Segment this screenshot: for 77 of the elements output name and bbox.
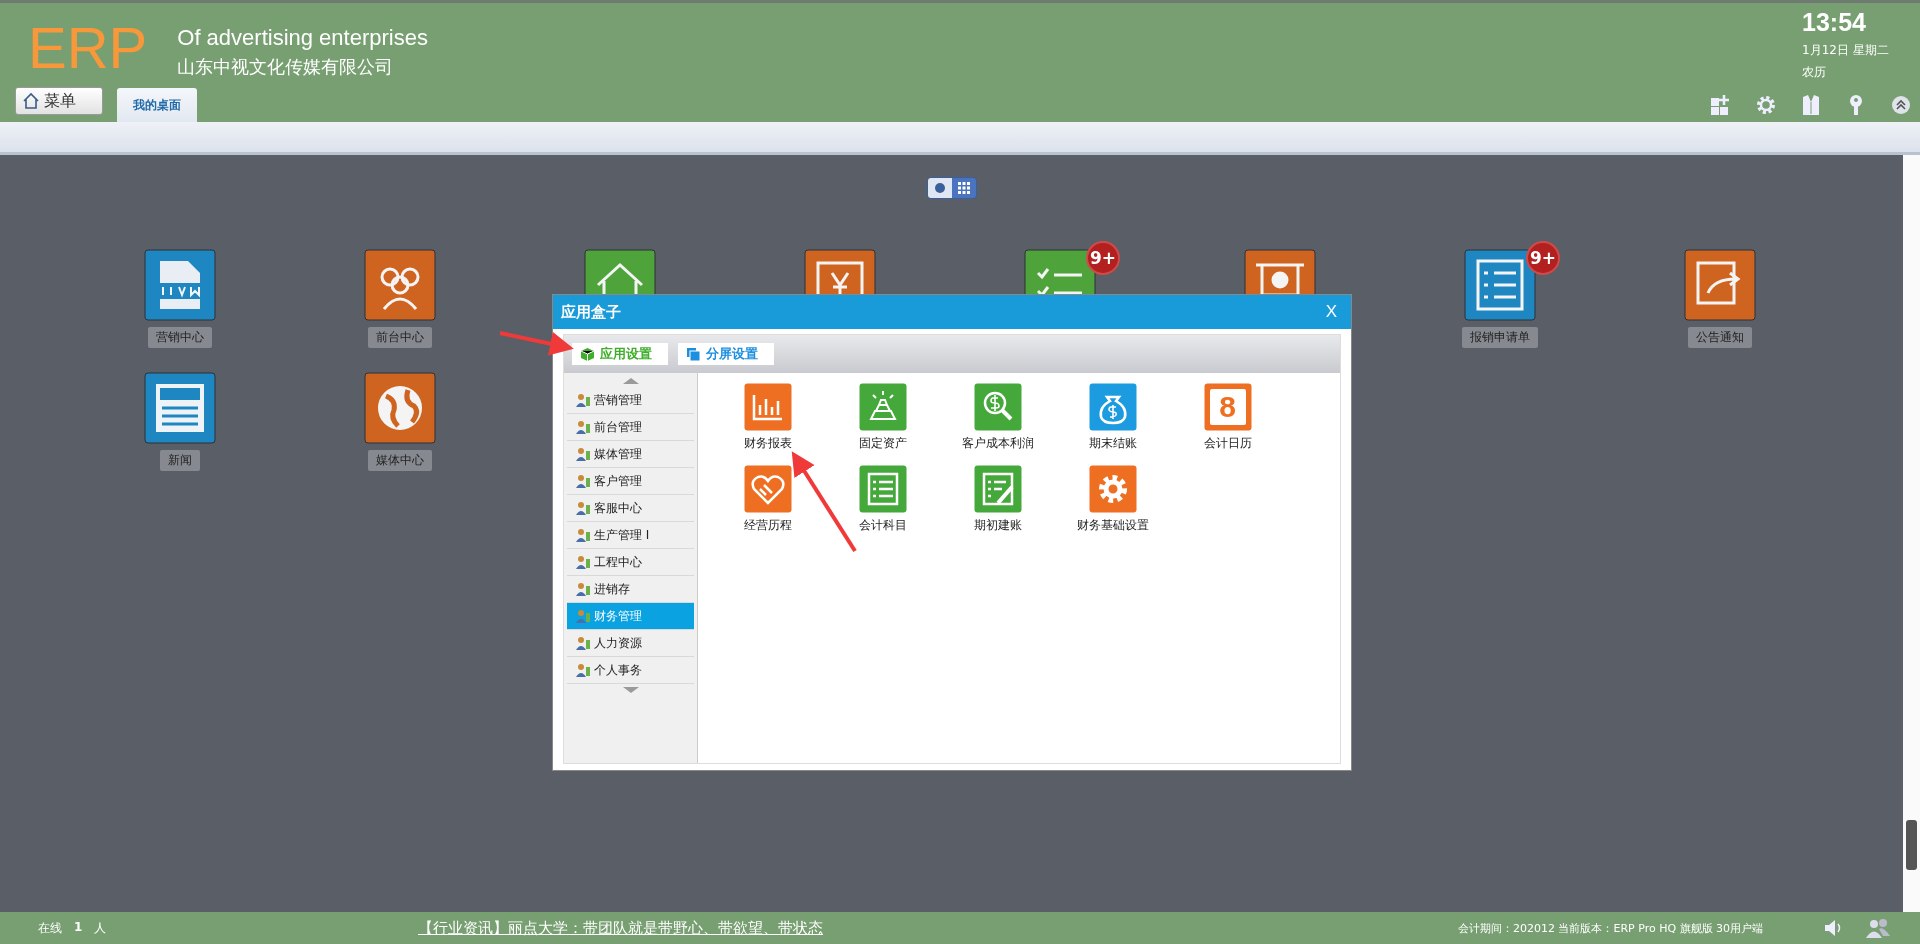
person-icon xyxy=(575,608,591,624)
app-label[interactable]: 会计科目 xyxy=(858,517,907,534)
shirt-icon[interactable] xyxy=(1800,94,1822,116)
notification-badge: 9+ xyxy=(1526,241,1560,275)
cube-icon xyxy=(580,346,595,362)
app-title: Of advertising enterprises xyxy=(177,25,428,51)
app-label[interactable]: 财务基础设置 xyxy=(1076,517,1149,534)
calendar-day: 8 xyxy=(1215,389,1240,425)
sidebar-item[interactable]: 人力资源 xyxy=(567,630,694,657)
online-count: 1 xyxy=(74,919,83,936)
sidebar-item[interactable]: 前台管理 xyxy=(567,414,694,441)
sidebar-item[interactable]: 客服中心 xyxy=(567,495,694,522)
person-icon xyxy=(575,419,591,435)
desktop-tab[interactable]: 我的桌面 xyxy=(117,88,197,122)
people-icon[interactable] xyxy=(364,249,436,321)
version-info: 会计期间：202012 当前版本：ERP Pro HQ 旗舰版 30用户端 xyxy=(1458,920,1764,936)
icon-label[interactable]: 公告通知 xyxy=(1688,327,1752,348)
company-name: 山东中视文化传媒有限公司 xyxy=(177,55,395,79)
person-icon xyxy=(575,500,591,516)
person-icon xyxy=(575,554,591,570)
ingot-stack-icon[interactable] xyxy=(858,383,907,431)
app-label[interactable]: 会计日历 xyxy=(1203,435,1252,452)
person-icon xyxy=(575,581,591,597)
newspaper-icon[interactable] xyxy=(144,372,216,444)
sidebar-item[interactable]: 营销管理 xyxy=(567,387,694,414)
collapse-icon[interactable] xyxy=(1890,94,1912,116)
view-toggle[interactable] xyxy=(926,177,977,199)
icon-label[interactable]: 报销申请单 xyxy=(1462,327,1538,348)
scroll-down-icon[interactable] xyxy=(622,687,639,693)
magnifier-dollar-icon[interactable] xyxy=(973,383,1022,431)
app-label[interactable]: 财务报表 xyxy=(743,435,792,452)
sidebar-item[interactable]: 媒体管理 xyxy=(567,441,694,468)
bar-chart-icon[interactable] xyxy=(743,383,792,431)
menu-button[interactable]: 菜单 xyxy=(15,87,103,115)
add-widget-icon[interactable] xyxy=(1710,94,1732,116)
person-icon xyxy=(575,473,591,489)
scroll-up-icon[interactable] xyxy=(622,378,639,384)
dialog-title: 应用盒子 xyxy=(561,302,621,322)
scrollbar[interactable] xyxy=(1903,155,1920,912)
app-label[interactable]: 客户成本利润 xyxy=(961,435,1034,452)
dot-icon xyxy=(933,182,946,194)
logo: ERP xyxy=(28,19,148,77)
app-label[interactable]: 期初建账 xyxy=(973,517,1022,534)
money-bag-icon[interactable] xyxy=(1088,383,1137,431)
clock-time: 13:54 xyxy=(1802,8,1867,37)
app-label[interactable]: 固定资产 xyxy=(858,435,907,452)
app-label[interactable]: 经营历程 xyxy=(743,517,792,534)
globe-icon[interactable] xyxy=(364,372,436,444)
grid-icon xyxy=(957,182,970,194)
handshake-icon[interactable] xyxy=(743,465,792,513)
users-icon[interactable] xyxy=(1865,917,1892,939)
windows-icon xyxy=(686,346,701,362)
crm-document-icon[interactable] xyxy=(144,249,216,321)
person-icon xyxy=(575,392,591,408)
list-pencil-icon[interactable] xyxy=(973,465,1022,513)
online-label: 在线 xyxy=(38,919,62,937)
app-label[interactable]: 期末结账 xyxy=(1088,435,1137,452)
sidebar-item[interactable]: 客户管理 xyxy=(567,468,694,495)
calendar-icon[interactable] xyxy=(1203,383,1252,431)
settings-tab[interactable]: 分屏设置 xyxy=(678,343,774,365)
person-icon xyxy=(575,635,591,651)
online-unit: 人 xyxy=(94,919,107,937)
sidebar-item[interactable]: 生产管理 I xyxy=(567,522,694,549)
person-icon xyxy=(575,662,591,678)
person-icon xyxy=(575,446,591,462)
clock-date: 1月12日 星期二 xyxy=(1802,42,1890,59)
icon-label[interactable]: 媒体中心 xyxy=(368,450,432,471)
gear-icon[interactable] xyxy=(1088,465,1137,513)
icon-label[interactable]: 新闻 xyxy=(160,450,200,471)
icon-label[interactable]: 前台中心 xyxy=(368,327,432,348)
sidebar-item[interactable]: 工程中心 xyxy=(567,549,694,576)
home-icon xyxy=(22,92,40,110)
person-icon xyxy=(575,527,591,543)
settings-icon[interactable] xyxy=(1755,94,1777,116)
notification-badge: 9+ xyxy=(1086,241,1120,275)
sidebar-item[interactable]: 个人事务 xyxy=(567,657,694,684)
icon-label[interactable]: 营销中心 xyxy=(148,327,212,348)
